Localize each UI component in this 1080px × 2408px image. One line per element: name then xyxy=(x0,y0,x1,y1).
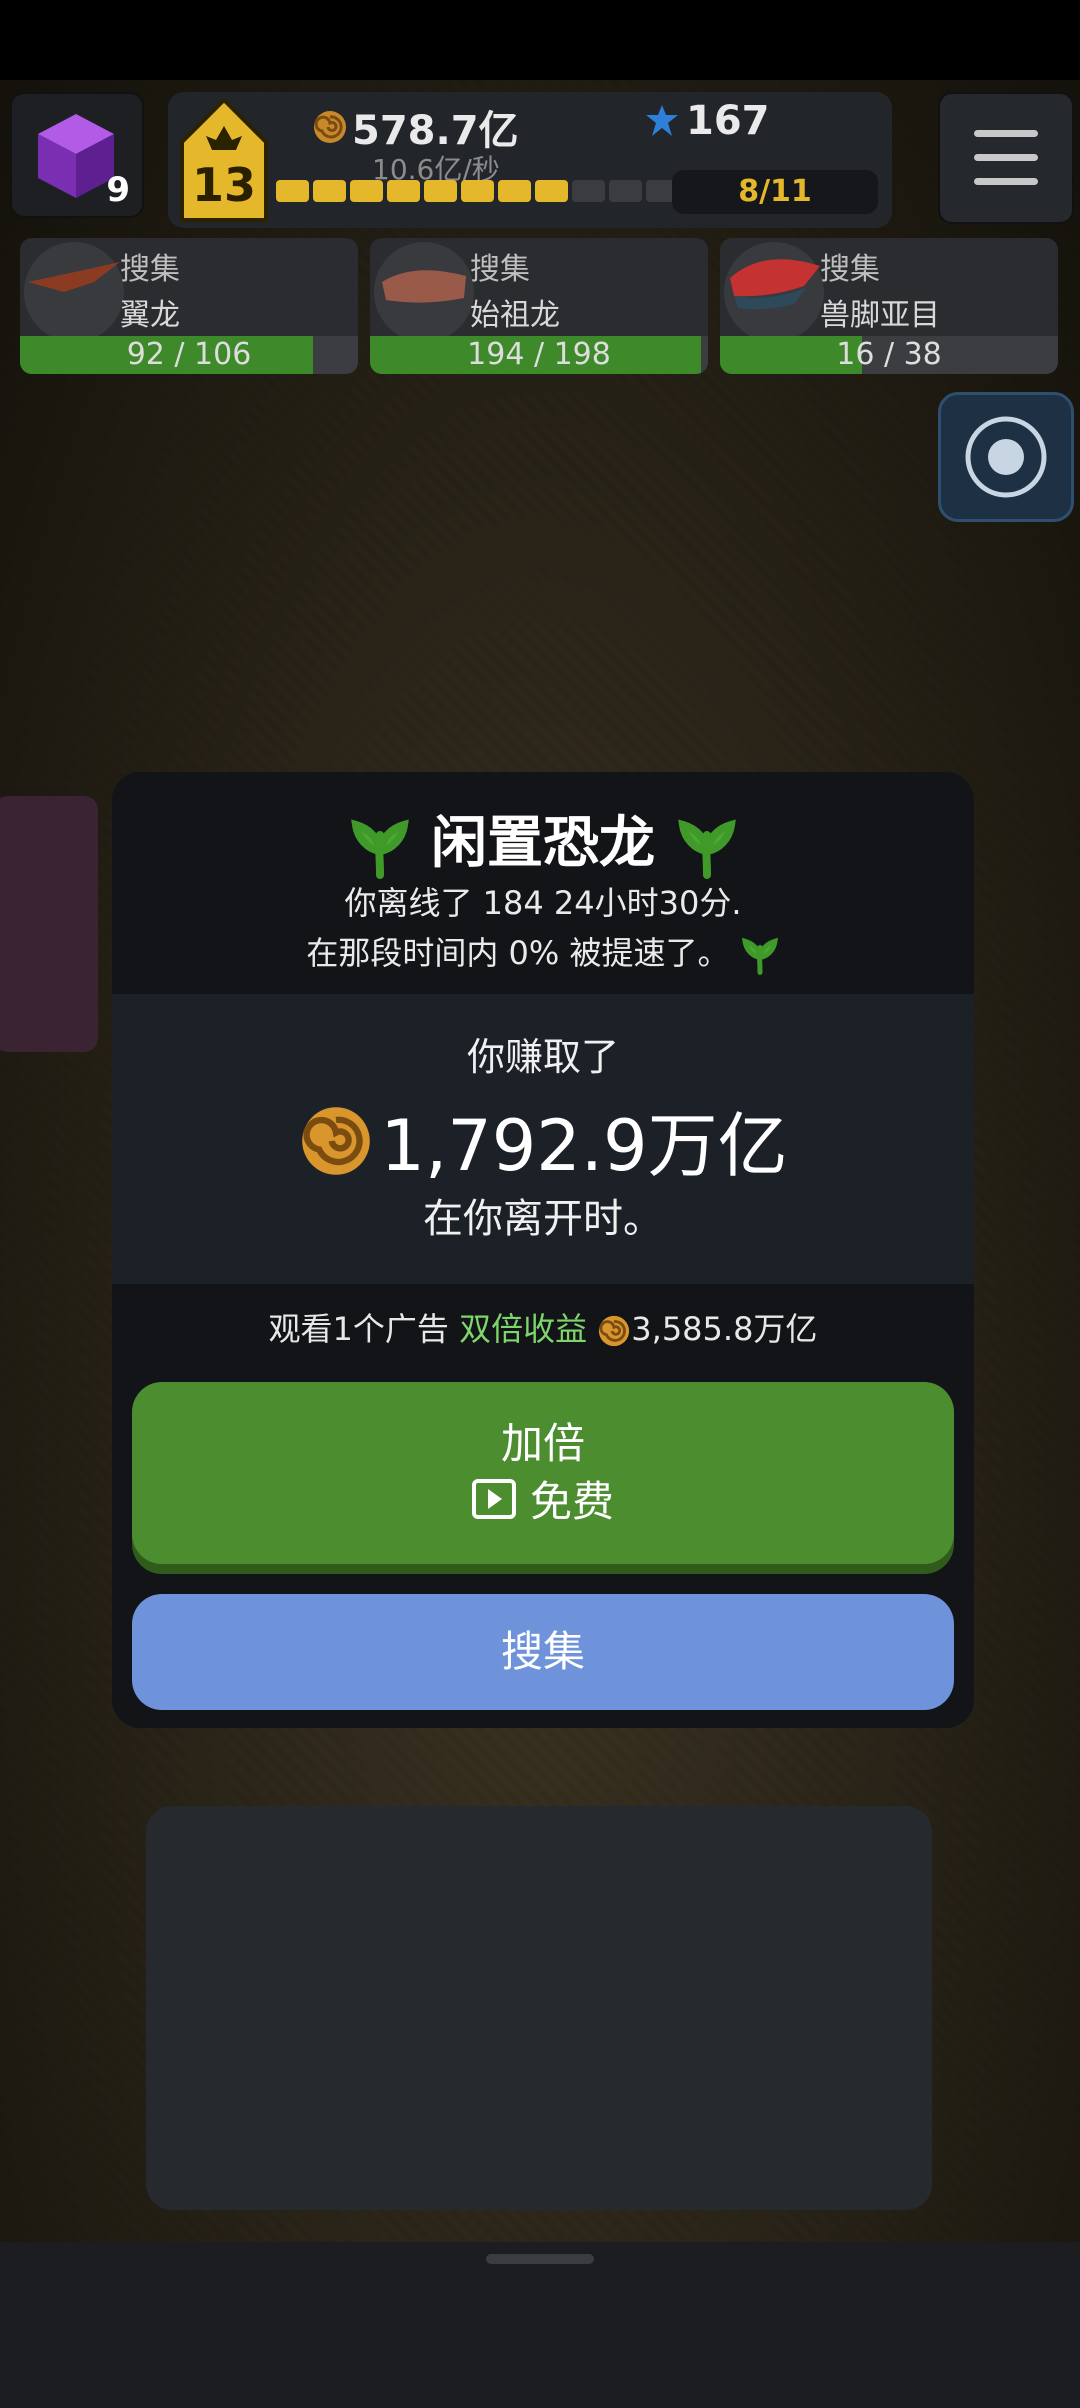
progress-segment xyxy=(609,180,642,202)
collect-name: 翼龙 xyxy=(120,298,180,333)
radar-button[interactable] xyxy=(938,392,1074,522)
earned-amount: 1,792.9万亿 xyxy=(380,1105,788,1187)
cube-counter[interactable]: 9 xyxy=(10,92,144,218)
play-icon xyxy=(471,1478,516,1519)
collect-name: 兽脚亚目 xyxy=(820,298,940,333)
collect-action: 搜集 xyxy=(820,252,880,287)
drawer-handle[interactable] xyxy=(486,2254,594,2264)
dino-detail-card xyxy=(146,1806,932,2210)
cube-count: 9 xyxy=(106,170,130,210)
collect-action: 搜集 xyxy=(120,252,180,287)
progress-segment xyxy=(535,180,568,202)
earned-label: 你赚取了 xyxy=(466,1035,619,1079)
coin-icon xyxy=(302,1106,371,1175)
menu-icon xyxy=(974,130,1038,137)
progress-segment xyxy=(424,180,457,202)
sprout-icon xyxy=(350,819,409,879)
pterosaur-avatar xyxy=(24,242,124,342)
archosaur-icon xyxy=(382,270,466,303)
collect-progress: 92 / 106 xyxy=(20,336,358,374)
coin-icon xyxy=(599,1315,630,1347)
free-label: 免费 xyxy=(529,1477,614,1526)
menu-button[interactable] xyxy=(938,92,1074,224)
offline-duration-text: 你离线了 184 24小时30分. xyxy=(344,884,742,922)
progress-segment xyxy=(572,180,605,202)
level-number: 13 xyxy=(191,158,256,212)
progress-segment xyxy=(313,180,346,202)
free-row: 免费 xyxy=(132,1468,954,1529)
side-dino-card xyxy=(0,796,98,1052)
collect-card-theropod[interactable]: 搜集 兽脚亚目 16 / 38 xyxy=(720,238,1058,374)
progress-segment xyxy=(461,180,494,202)
collect-progress: 194 / 198 xyxy=(370,336,708,374)
earned-suffix: 在你离开时。 xyxy=(423,1196,663,1242)
ad-prefix: 观看1个广告 xyxy=(268,1310,449,1348)
collect-progress-label: 16 / 38 xyxy=(836,337,942,372)
collect-button[interactable]: 搜集 xyxy=(132,1594,954,1710)
progress-bar xyxy=(276,180,679,202)
menu-icon-line xyxy=(974,178,1038,185)
collect-progress: 16 / 38 xyxy=(720,336,1058,374)
archosaur-avatar xyxy=(374,242,474,342)
ad-offer-line: 观看1个广告 双倍收益 3,585.8万亿 xyxy=(112,1304,974,1350)
progress-segment xyxy=(387,180,420,202)
gem-display: 167 xyxy=(644,98,770,144)
sprout-icon xyxy=(677,819,736,879)
level-badge[interactable]: 13 xyxy=(178,96,270,224)
pterosaur-icon xyxy=(28,262,120,292)
gem-icon xyxy=(646,105,678,136)
collect-action: 搜集 xyxy=(470,252,530,287)
progress-segment xyxy=(498,180,531,202)
double-reward-button[interactable]: 加倍 免费 xyxy=(132,1382,954,1564)
sprout-icon xyxy=(741,937,778,975)
ad-amount: 3,585.8万亿 xyxy=(631,1310,818,1348)
collect-name: 始祖龙 xyxy=(470,298,560,333)
bottom-nav xyxy=(0,2242,1080,2408)
theropod-icon xyxy=(730,259,820,310)
collect-progress-label: 194 / 198 xyxy=(467,337,611,372)
collect-card-pterosaur[interactable]: 搜集 翼龙 92 / 106 xyxy=(20,238,358,374)
double-label: 加倍 xyxy=(500,1419,585,1468)
collect-card-archosaur[interactable]: 搜集 始祖龙 194 / 198 xyxy=(370,238,708,374)
radar-icon xyxy=(965,416,1047,498)
boost-text: 在那段时间内 0% 被提速了。 xyxy=(112,928,974,975)
progress-segment xyxy=(276,180,309,202)
boost-text-label: 在那段时间内 0% 被提速了。 xyxy=(306,934,730,972)
idle-earnings-dialog: 闲置恐龙 你离线了 184 24小时30分. 在那段时间内 0% 被提速了。 你… xyxy=(112,772,974,1728)
earnings-panel: 你赚取了 1,792.9万亿 在你离开时。 xyxy=(112,994,974,1284)
dialog-title: 闲置恐龙 xyxy=(112,798,974,879)
progress-count: 8/11 xyxy=(672,170,878,214)
ad-highlight: 双倍收益 xyxy=(459,1310,588,1348)
menu-icon-line xyxy=(974,154,1038,161)
collect-progress-label: 92 / 106 xyxy=(126,337,252,372)
progress-segment xyxy=(350,180,383,202)
dialog-title-text: 闲置恐龙 xyxy=(431,811,655,876)
coin-icon xyxy=(314,111,346,143)
gem-amount: 167 xyxy=(686,98,770,144)
earned-amount-row: 1,792.9万亿 xyxy=(112,1090,974,1191)
theropod-avatar xyxy=(724,242,824,342)
